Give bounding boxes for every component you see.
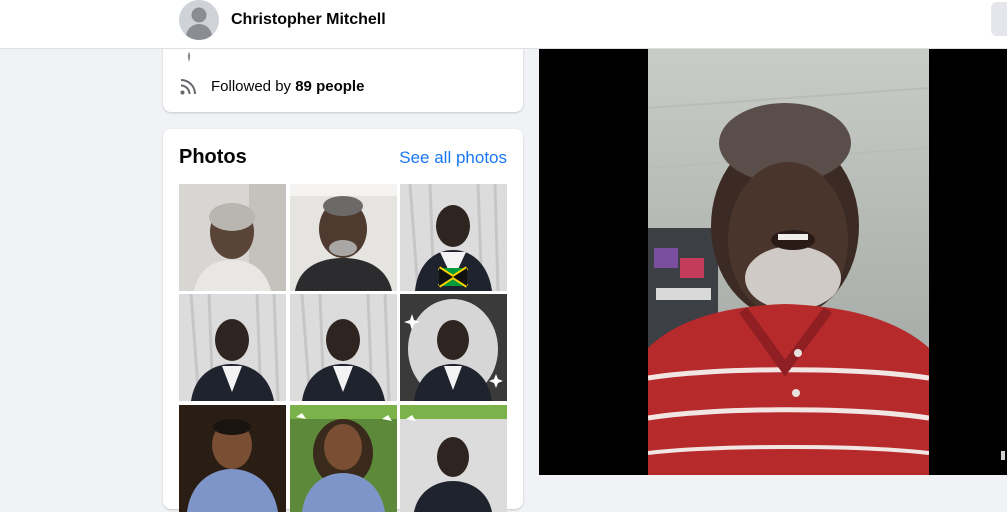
photo-thumbnail[interactable] [400, 405, 507, 512]
media-viewer[interactable] [539, 48, 1007, 475]
photo-thumbnail[interactable] [179, 184, 286, 291]
followers-prefix: Followed by [211, 77, 296, 95]
photo-thumbnail[interactable] [179, 294, 286, 401]
default-avatar-icon [179, 0, 219, 40]
profile-name[interactable]: Christopher Mitchell [231, 11, 386, 29]
see-all-photos-link[interactable]: See all photos [399, 148, 507, 168]
rss-icon [180, 79, 196, 95]
followers-text: Followed by 89 people [211, 78, 364, 95]
photo-thumbnail[interactable] [290, 405, 397, 512]
followers-count[interactable]: 89 people [295, 78, 364, 95]
photo-thumbnail[interactable] [400, 294, 507, 401]
photo-thumbnail[interactable] [290, 184, 397, 291]
location-icon [187, 52, 191, 62]
photos-card: Photos See all photos [163, 129, 523, 512]
top-right-button[interactable] [991, 2, 1007, 36]
photo-thumbnail[interactable] [400, 184, 507, 291]
photo-thumbnail[interactable] [179, 405, 286, 512]
video-frame[interactable] [648, 48, 929, 475]
top-bar: Christopher Mitchell [0, 0, 1007, 49]
video-still [648, 48, 929, 475]
followers-row: Followed by 89 people [179, 74, 364, 98]
viewer-control-stub[interactable] [1001, 451, 1005, 460]
profile-avatar[interactable] [179, 0, 219, 40]
photo-thumbnail[interactable] [290, 294, 397, 401]
photos-title[interactable]: Photos [179, 146, 247, 169]
